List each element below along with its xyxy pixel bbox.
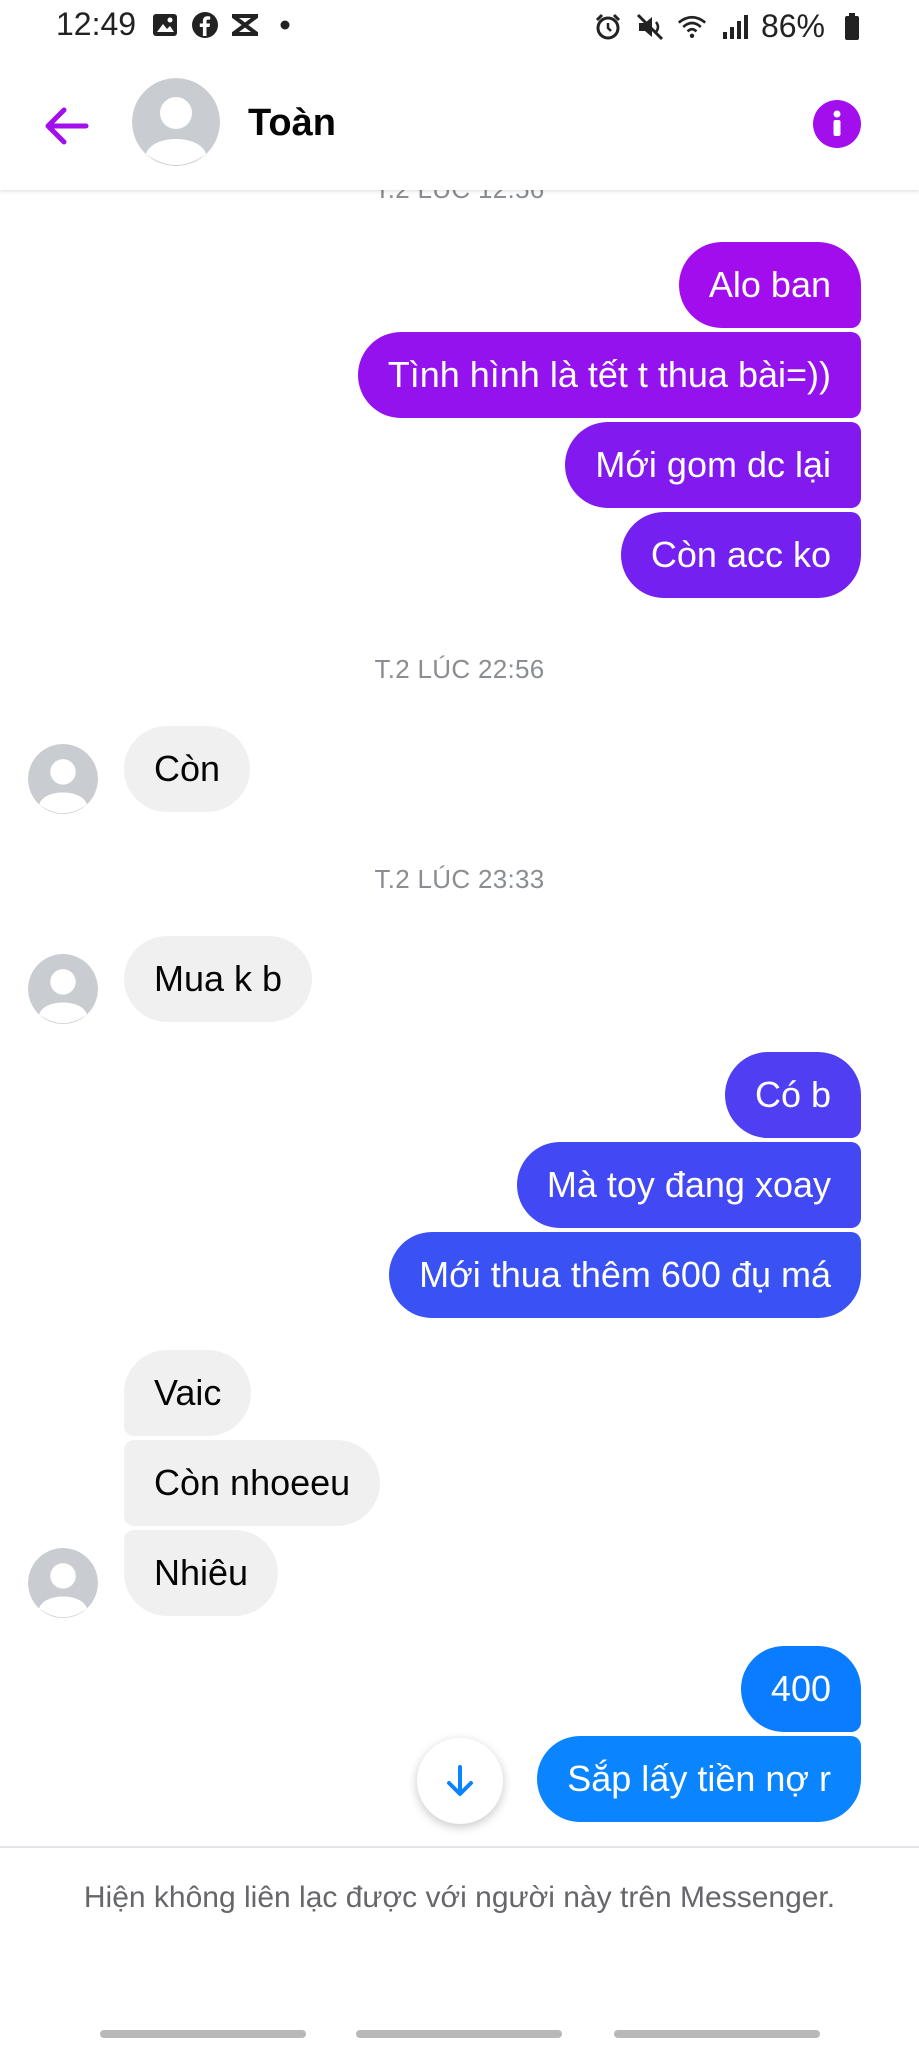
message-bubble-sent[interactable]: Tình hình là tết t thua bài=)) [357,332,861,418]
contact-avatar[interactable] [132,78,220,166]
message-bubble-sent[interactable]: Mới thua thêm 600 đụ má [389,1232,861,1318]
alarm-icon [593,12,623,42]
message-bubble-sent[interactable]: Còn acc ko [620,512,861,598]
signal-icon [719,12,749,42]
timestamp: T.2 LÚC 23:33 [374,864,545,894]
message-bubble-received[interactable]: Nhiêu [124,1530,279,1616]
default-avatar-icon [28,744,98,814]
sender-avatar[interactable] [28,1548,98,1618]
mute-icon [635,12,665,42]
conversation-header: Toàn [0,62,919,190]
message-bubble-sent[interactable]: Sắp lấy tiền nợ r [537,1736,861,1822]
nav-handle-right[interactable] [614,2030,820,2038]
message-bubble-sent[interactable]: Mà toy đang xoay [516,1142,861,1228]
nav-handle-left[interactable] [100,2030,306,2038]
status-time: 12:49 [56,6,137,42]
message-bubble-sent[interactable]: 400 [740,1646,861,1732]
message-bubble-received[interactable]: Mua k b [124,936,313,1022]
nav-handle-center[interactable] [356,2030,562,2038]
image-icon [150,10,180,40]
dot-icon [270,10,300,40]
sender-avatar[interactable] [28,954,98,1024]
scroll-to-bottom-button[interactable] [417,1738,503,1824]
message-thread[interactable]: T.2 LÚC 12:56 Alo ban Tình hình là tết t… [0,190,919,1846]
message-bubble-received[interactable]: Vaic [124,1350,252,1436]
back-button[interactable] [38,98,94,154]
message-bubble-sent[interactable]: Mới gom dc lại [565,422,861,508]
contact-name[interactable]: Toàn [248,102,336,145]
facebook-icon [190,10,220,40]
arrow-down-icon [447,1765,473,1796]
status-bar: 12:49 86% [0,0,919,56]
wifi-icon [677,12,707,42]
timestamp: T.2 LÚC 22:56 [374,654,545,684]
message-bubble-sent[interactable]: Alo ban [678,242,861,328]
sender-avatar[interactable] [28,744,98,814]
info-button[interactable] [813,100,861,148]
composer-unavailable-footer: Hiện không liên lạc được với người này t… [0,1846,919,2050]
timestamp-partial: T.2 LÚC 12:56 [0,190,919,205]
default-avatar-icon [132,78,220,166]
capcut-icon [230,10,260,40]
default-avatar-icon [28,1548,98,1618]
default-avatar-icon [28,954,98,1024]
message-bubble-sent[interactable]: Có b [724,1052,861,1138]
arrow-left-icon [45,107,89,145]
info-icon [833,110,841,136]
battery-icon [837,12,867,42]
message-bubble-received[interactable]: Còn [124,726,251,812]
unavailable-notice: Hiện không liên lạc được với người này t… [83,1881,836,1914]
battery-percent: 86% [760,8,825,44]
message-bubble-received[interactable]: Còn nhoeeu [124,1440,381,1526]
